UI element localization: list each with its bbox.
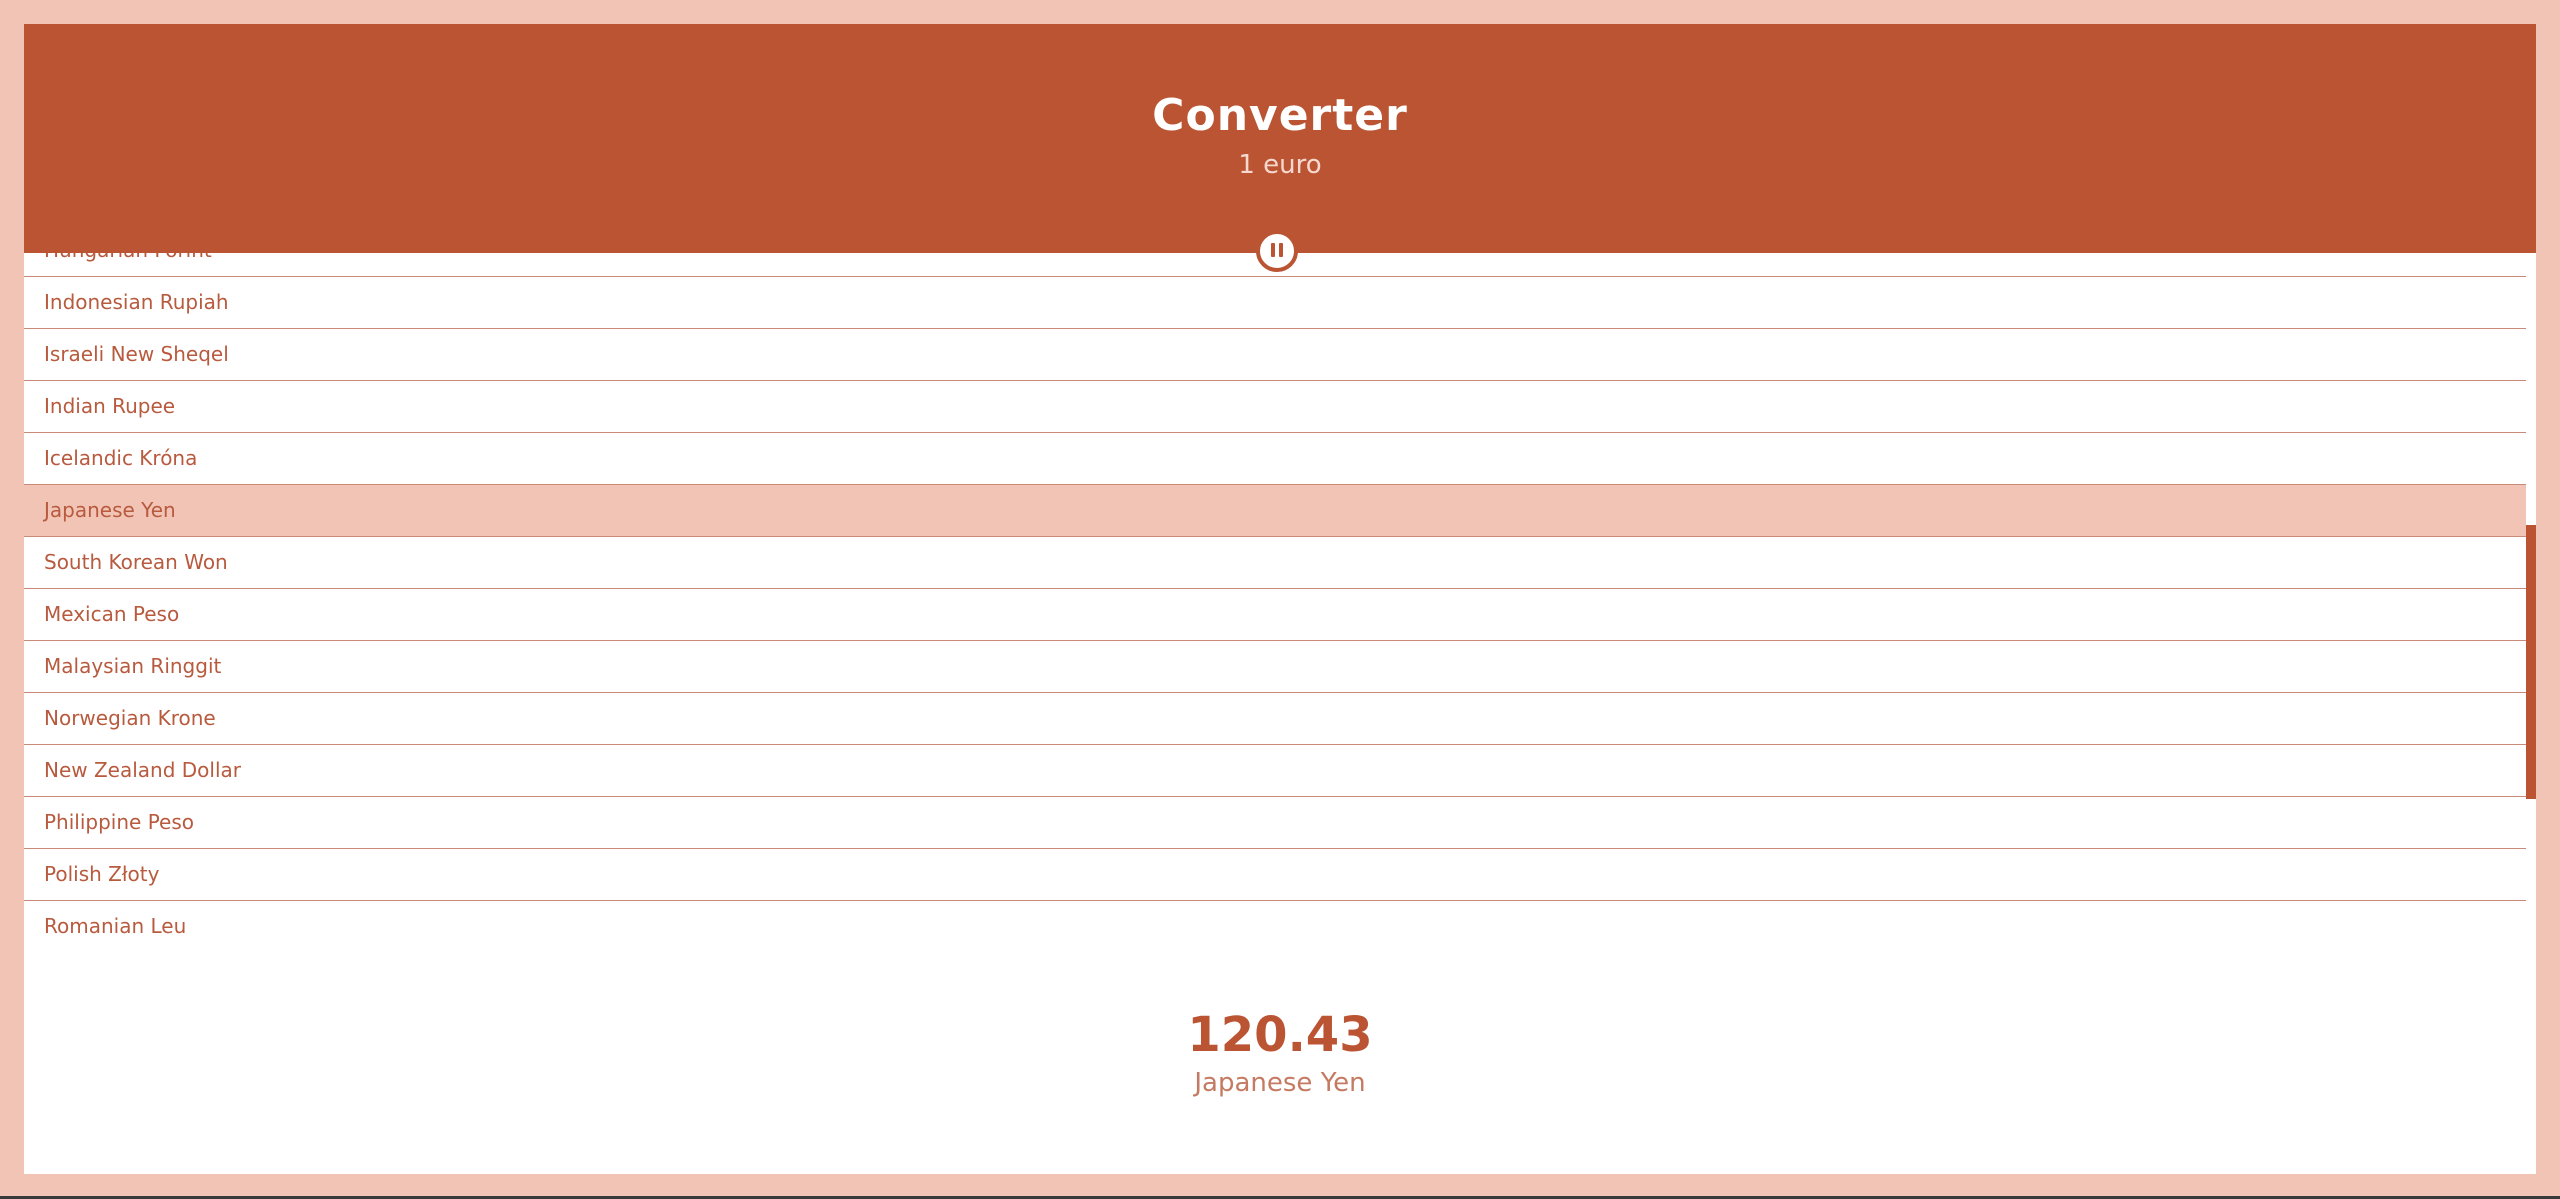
pause-button[interactable] [1256,230,1298,272]
list-item[interactable]: Malaysian Ringgit [24,641,2526,693]
converter-app: Converter 1 euro Hungarian ForintIndones… [24,24,2536,1174]
list-item[interactable]: Philippine Peso [24,797,2526,849]
list-item-selected[interactable]: Japanese Yen [24,485,2526,537]
list-item[interactable]: Mexican Peso [24,589,2526,641]
converted-currency-label: Japanese Yen [1194,1068,1366,1098]
converted-value: 120.43 [1187,1007,1373,1063]
list-item[interactable]: Norwegian Krone [24,693,2526,745]
list-scrollbar[interactable] [2526,525,2536,799]
pause-icon [1269,242,1285,261]
list-item[interactable]: Icelandic Króna [24,433,2526,485]
list-item[interactable]: Indian Rupee [24,381,2526,433]
list-item[interactable]: Polish Złoty [24,849,2526,901]
list-item[interactable]: Romanian Leu [24,901,2526,952]
page-title: Converter [1152,90,1408,141]
list-item[interactable]: Indonesian Rupiah [24,277,2526,329]
list-item[interactable]: South Korean Won [24,537,2526,589]
header: Converter 1 euro [24,24,2536,253]
currency-list[interactable]: Hungarian ForintIndonesian RupiahIsraeli… [24,253,2526,965]
currency-list-items: Hungarian ForintIndonesian RupiahIsraeli… [24,253,2526,952]
list-item[interactable]: New Zealand Dollar [24,745,2526,797]
base-amount: 1 euro [1238,150,1322,180]
list-item[interactable]: Israeli New Sheqel [24,329,2526,381]
